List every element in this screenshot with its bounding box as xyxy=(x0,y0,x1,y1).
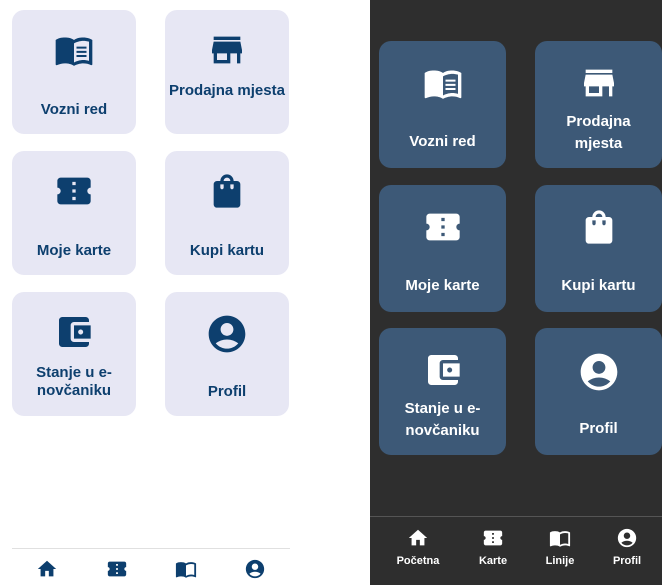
tile-label: Moje karte xyxy=(36,242,112,259)
tile-profil[interactable]: Profil xyxy=(535,328,662,455)
ticket-icon xyxy=(106,558,128,580)
book-icon xyxy=(421,63,465,103)
store-icon xyxy=(207,30,247,70)
ticket-icon xyxy=(53,171,95,211)
nav-tickets-button[interactable] xyxy=(106,558,128,580)
tile-vozni-red[interactable]: Vozni red xyxy=(12,10,136,134)
nav-label: Profil xyxy=(612,555,642,567)
book-icon xyxy=(52,30,96,70)
wallet-icon xyxy=(423,350,463,390)
tile-label: Prodajna mjesta xyxy=(566,113,631,152)
tile-moje-karte[interactable]: Moje karte xyxy=(379,185,506,312)
tile-label: Vozni red xyxy=(409,133,476,150)
tile-label: Kupi kartu xyxy=(189,242,265,259)
tile-label: Profil xyxy=(579,420,618,437)
book-icon xyxy=(175,558,197,580)
shopping-bag-icon xyxy=(207,171,247,211)
nav-profile-button[interactable]: Profil xyxy=(592,527,662,567)
tile-label: Profil xyxy=(207,383,247,400)
nav-home-button[interactable] xyxy=(36,558,58,580)
tile-label: Stanje u e-novčaniku xyxy=(404,400,481,439)
nav-lines-button[interactable] xyxy=(175,558,197,580)
store-icon xyxy=(579,63,619,103)
nav-home-button[interactable]: Početna xyxy=(383,527,453,567)
tile-kupi-kartu[interactable]: Kupi kartu xyxy=(165,151,289,275)
bottom-navigation: Početna Karte Linije Profil xyxy=(370,516,662,585)
tile-vozni-red[interactable]: Vozni red xyxy=(379,41,506,168)
book-icon xyxy=(549,527,571,549)
ticket-icon xyxy=(482,527,504,549)
light-theme-screen: Vozni red Prodajna mjesta Moje karte Kup… xyxy=(0,0,300,585)
nav-tickets-button[interactable]: Karte xyxy=(458,527,528,567)
nav-lines-button[interactable]: Linije xyxy=(525,527,595,567)
ticket-icon xyxy=(423,207,463,247)
nav-label: Početna xyxy=(396,555,440,567)
tile-label: Kupi kartu xyxy=(561,277,636,294)
home-icon xyxy=(407,527,429,549)
tile-stanje-e-novcanik[interactable]: Stanje u e-novčaniku xyxy=(12,292,136,416)
tile-label: Moje karte xyxy=(405,277,480,294)
tile-prodajna-mjesta[interactable]: Prodajna mjesta xyxy=(165,10,289,134)
tile-profil[interactable]: Profil xyxy=(165,292,289,416)
account-circle-icon xyxy=(577,350,621,394)
nav-label: Linije xyxy=(545,555,575,567)
tile-label: Prodajna mjesta xyxy=(169,82,285,99)
dark-theme-screen: Vozni red Prodajna mjesta Moje karte Kup… xyxy=(370,0,662,585)
shopping-bag-icon xyxy=(579,207,619,247)
account-circle-icon xyxy=(244,558,266,580)
account-circle-icon xyxy=(205,312,249,356)
nav-label: Karte xyxy=(478,555,508,567)
tile-label: Stanje u e-novčaniku xyxy=(36,364,112,399)
home-icon xyxy=(36,558,58,580)
tile-kupi-kartu[interactable]: Kupi kartu xyxy=(535,185,662,312)
tile-moje-karte[interactable]: Moje karte xyxy=(12,151,136,275)
tile-prodajna-mjesta[interactable]: Prodajna mjesta xyxy=(535,41,662,168)
tile-label: Vozni red xyxy=(40,101,108,118)
wallet-icon xyxy=(54,312,94,352)
nav-profile-button[interactable] xyxy=(244,558,266,580)
account-circle-icon xyxy=(616,527,638,549)
tile-stanje-e-novcanik[interactable]: Stanje u e-novčaniku xyxy=(379,328,506,455)
bottom-navigation xyxy=(12,548,290,585)
